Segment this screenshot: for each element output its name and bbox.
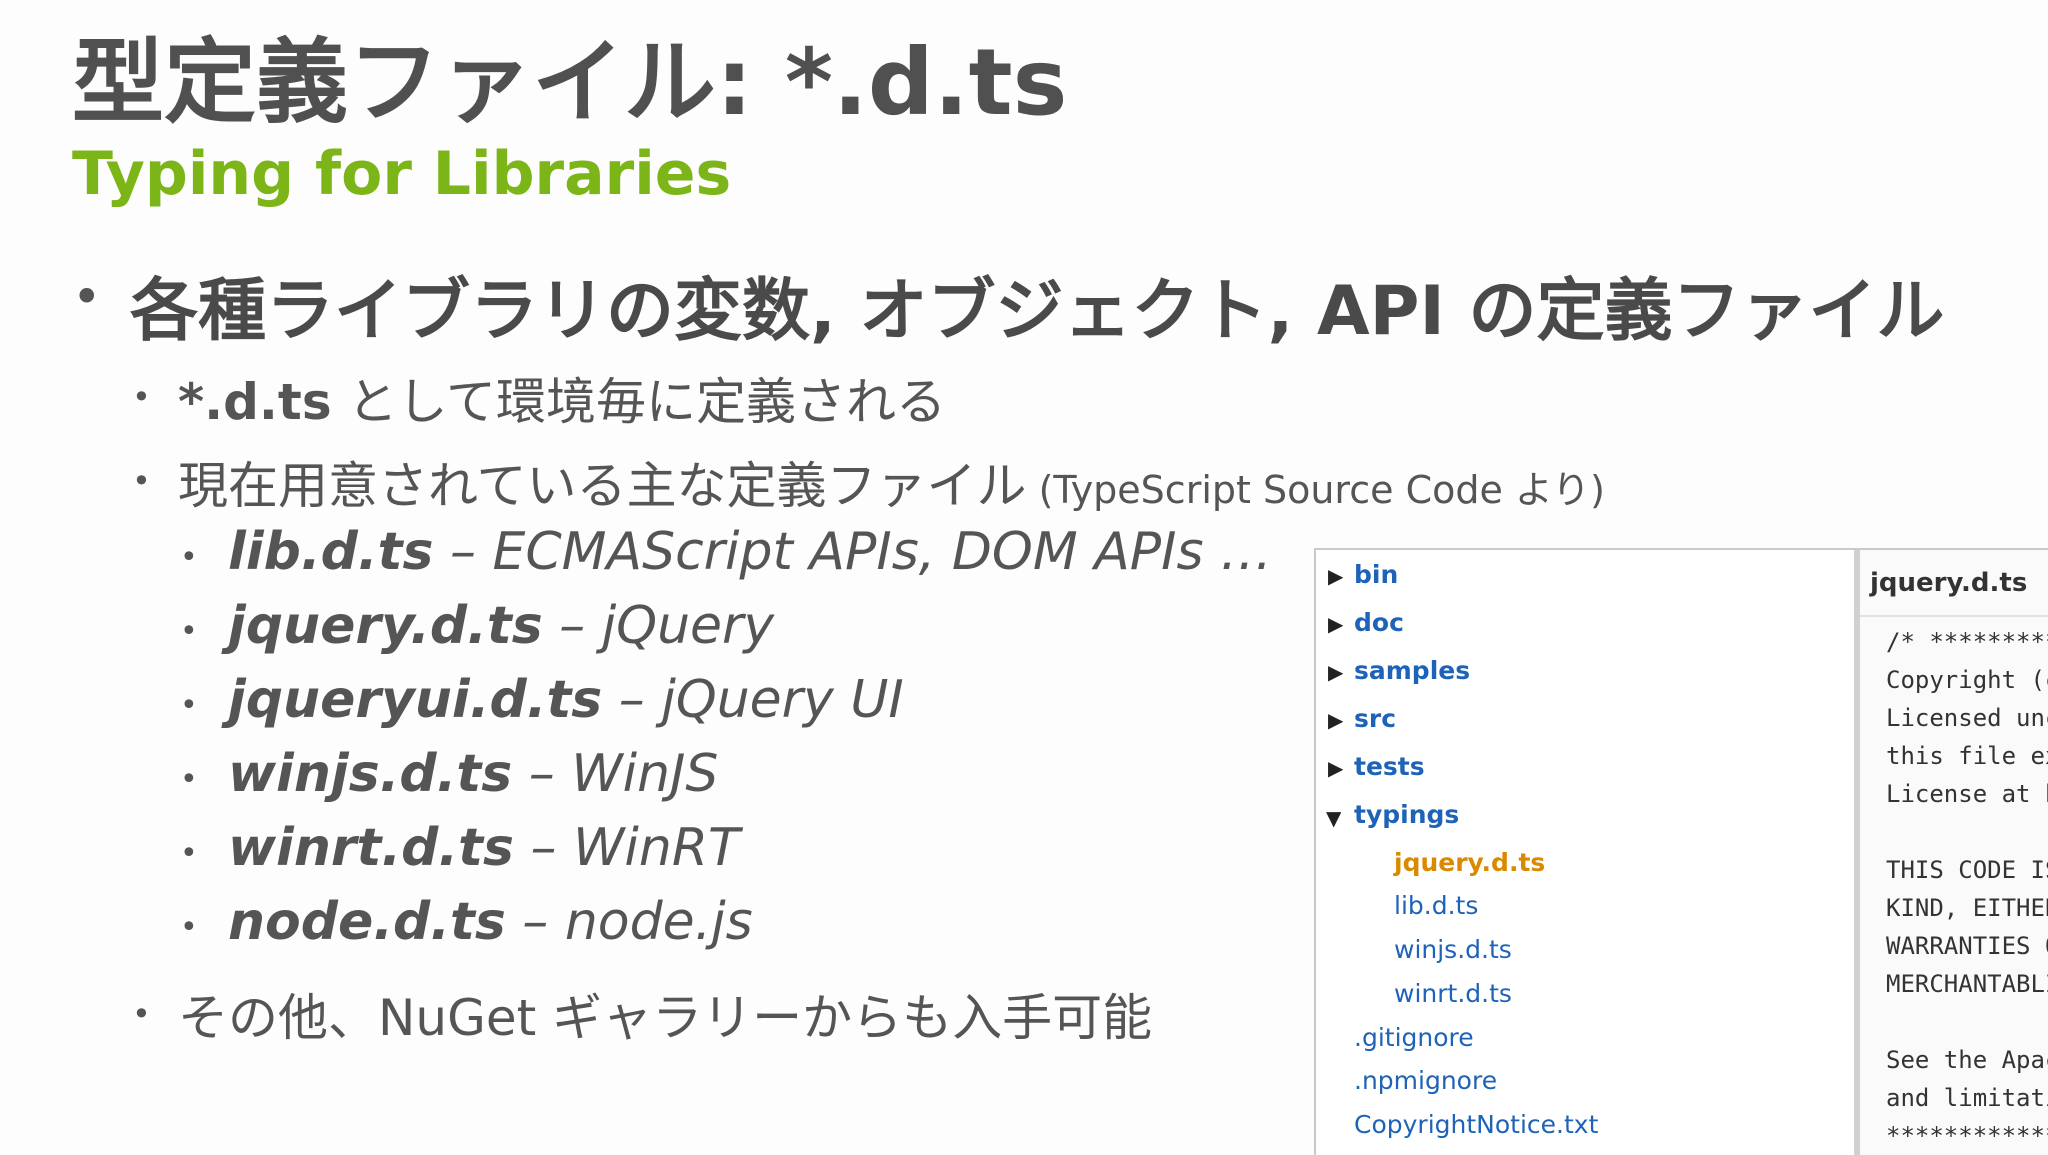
file-npmignore[interactable]: .npmignore — [1354, 1066, 1497, 1095]
sub-point-other: その他、NuGet ギャラリーからも入手可能 — [178, 989, 1153, 1047]
definition-desc: – ECMAScript APIs, DOM APIs … — [433, 522, 1273, 582]
file-tree: ▶ bin ▶ doc ▶ samples ▶ src ▶ tests ▼ ty… — [1316, 550, 1854, 1155]
folder-typings[interactable]: typings — [1354, 800, 1459, 829]
env-rest: として環境毎に定義される — [331, 373, 946, 431]
bullet: • — [180, 540, 198, 575]
expand-arrow-icon[interactable]: ▶ — [1328, 708, 1343, 732]
file-jquery-d-ts[interactable]: jquery.d.ts — [1394, 848, 1545, 877]
bullet: • — [180, 688, 198, 723]
expand-arrow-icon[interactable]: ▶ — [1328, 564, 1343, 588]
main-point: 各種ライブラリの変数, オブジェクト, API の定義ファイル — [130, 272, 1945, 351]
file-gitignore[interactable]: .gitignore — [1354, 1023, 1474, 1052]
folder-tests[interactable]: tests — [1354, 752, 1425, 781]
definition-item: winjs.d.ts – WinJS — [228, 744, 718, 804]
definition-desc: – WinRT — [513, 818, 740, 878]
definition-item: winrt.d.ts – WinRT — [228, 818, 740, 878]
expand-arrow-icon[interactable]: ▶ — [1328, 612, 1343, 636]
folder-doc[interactable]: doc — [1354, 608, 1404, 637]
definition-desc: – jQuery UI — [602, 670, 904, 730]
current-main: 現在用意されている主な定義ファイル — [178, 457, 1027, 515]
code-line: this file ex — [1886, 742, 2048, 770]
code-line: See the Apac — [1886, 1046, 2048, 1074]
expand-arrow-icon[interactable]: ▶ — [1328, 756, 1343, 780]
definition-desc: – jQuery — [542, 596, 775, 656]
sub-point-current: 現在用意されている主な定義ファイル (TypeScript Source Cod… — [178, 446, 1605, 518]
code-line: /* ********* — [1886, 628, 2048, 656]
editor-divider — [1860, 615, 2048, 617]
file-lib-d-ts[interactable]: lib.d.ts — [1394, 891, 1478, 920]
bullet: • — [180, 614, 198, 649]
code-line: THIS CODE IS — [1886, 856, 2048, 884]
env-bold: *.d.ts — [178, 373, 332, 431]
bullet: • — [180, 836, 198, 871]
slide-title: 型定義ファイル: *.d.ts — [72, 29, 1068, 136]
code-line: KIND, EITHER — [1886, 894, 2048, 922]
expand-arrow-icon[interactable]: ▶ — [1328, 660, 1343, 684]
code-line: WARRANTIES O — [1886, 932, 2048, 960]
file-explorer-screenshot: ▶ bin ▶ doc ▶ samples ▶ src ▶ tests ▼ ty… — [1314, 548, 2048, 1155]
code-line: and limitati — [1886, 1084, 2048, 1112]
definition-item: jquery.d.ts – jQuery — [228, 596, 774, 656]
slide-subtitle: Typing for Libraries — [72, 139, 732, 209]
bullet: • — [132, 995, 151, 1033]
definition-file: node.d.ts — [228, 892, 506, 952]
folder-bin[interactable]: bin — [1354, 560, 1398, 589]
definition-item: lib.d.ts – ECMAScript APIs, DOM APIs … — [228, 522, 1272, 582]
folder-samples[interactable]: samples — [1354, 656, 1470, 685]
bullet: • — [180, 762, 198, 797]
sub-point-env: *.d.ts として環境毎に定義される — [178, 362, 946, 434]
bullet: • — [180, 910, 198, 945]
collapse-arrow-icon[interactable]: ▼ — [1326, 806, 1341, 830]
code-line: Copyright (c — [1886, 666, 2048, 694]
file-copyright-notice[interactable]: CopyrightNotice.txt — [1354, 1110, 1598, 1139]
definition-item: node.d.ts – node.js — [228, 892, 753, 952]
definition-file: jquery.d.ts — [228, 596, 543, 656]
code-line: Licensed unc — [1886, 704, 2048, 732]
definition-file: winrt.d.ts — [228, 818, 514, 878]
file-winjs-d-ts[interactable]: winjs.d.ts — [1394, 935, 1512, 964]
definition-file: jqueryui.d.ts — [228, 670, 603, 730]
definition-item: jqueryui.d.ts – jQuery UI — [228, 670, 904, 730]
code-editor: jquery.d.ts /* ********* Copyright (c Li… — [1854, 550, 2048, 1155]
folder-src[interactable]: src — [1354, 704, 1396, 733]
code-line: MERCHANTABLI — [1886, 970, 2048, 998]
definition-file: lib.d.ts — [228, 522, 434, 582]
file-winrt-d-ts[interactable]: winrt.d.ts — [1394, 979, 1512, 1008]
code-line: License at h — [1886, 780, 2048, 808]
bullet: • — [132, 378, 151, 416]
bullet: • — [72, 268, 102, 326]
definition-desc: – node.js — [505, 892, 753, 952]
definition-desc: – WinJS — [512, 744, 719, 804]
editor-tab[interactable]: jquery.d.ts — [1870, 568, 2027, 598]
current-note: (TypeScript Source Code より) — [1026, 468, 1605, 512]
definition-file: winjs.d.ts — [228, 744, 513, 804]
bullet: • — [132, 462, 151, 500]
code-line: ************ — [1886, 1122, 2048, 1150]
